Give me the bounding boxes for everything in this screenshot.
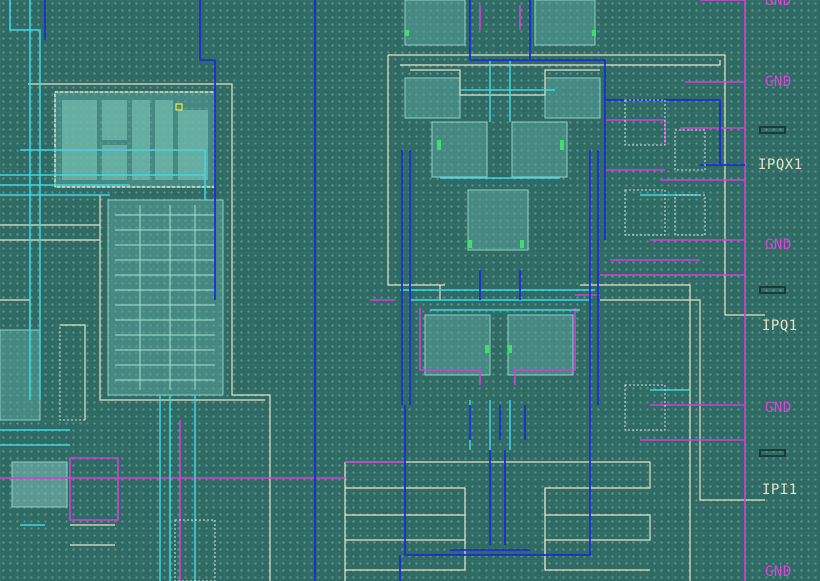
transistor-block-center bbox=[467, 189, 529, 251]
pad-block bbox=[11, 461, 68, 508]
transistor-block-lower-left bbox=[424, 314, 491, 376]
pin-label-ipq1: IPQ1 bbox=[762, 318, 798, 334]
pin-label-gnd: GND bbox=[765, 564, 792, 580]
left-edge-block bbox=[0, 329, 41, 421]
transistor-block-upper-left bbox=[404, 77, 461, 119]
transistor-block-lower-right bbox=[507, 314, 574, 376]
transistor-block-top-right bbox=[534, 0, 596, 46]
transistor-block-upper-right bbox=[544, 77, 601, 119]
pin-label-gnd: GND bbox=[765, 237, 792, 253]
pin-label-gnd: GND bbox=[765, 400, 792, 416]
pin-label-ipi1: IPI1 bbox=[762, 482, 798, 498]
layout-geometry bbox=[0, 0, 786, 581]
transistor-block-top-left bbox=[404, 0, 466, 46]
pin-label-gnd: GND bbox=[765, 0, 792, 9]
transistor-block-mid-right bbox=[511, 121, 568, 178]
memory-internals bbox=[62, 100, 208, 180]
logic-block bbox=[107, 199, 224, 396]
pin-label-gnd: GND bbox=[765, 74, 792, 90]
ic-layout-canvas: GND GND IPQX1 GND IPQ1 GND IPI1 GND bbox=[0, 0, 820, 581]
pin-label-ipqx1: IPQX1 bbox=[758, 157, 803, 173]
